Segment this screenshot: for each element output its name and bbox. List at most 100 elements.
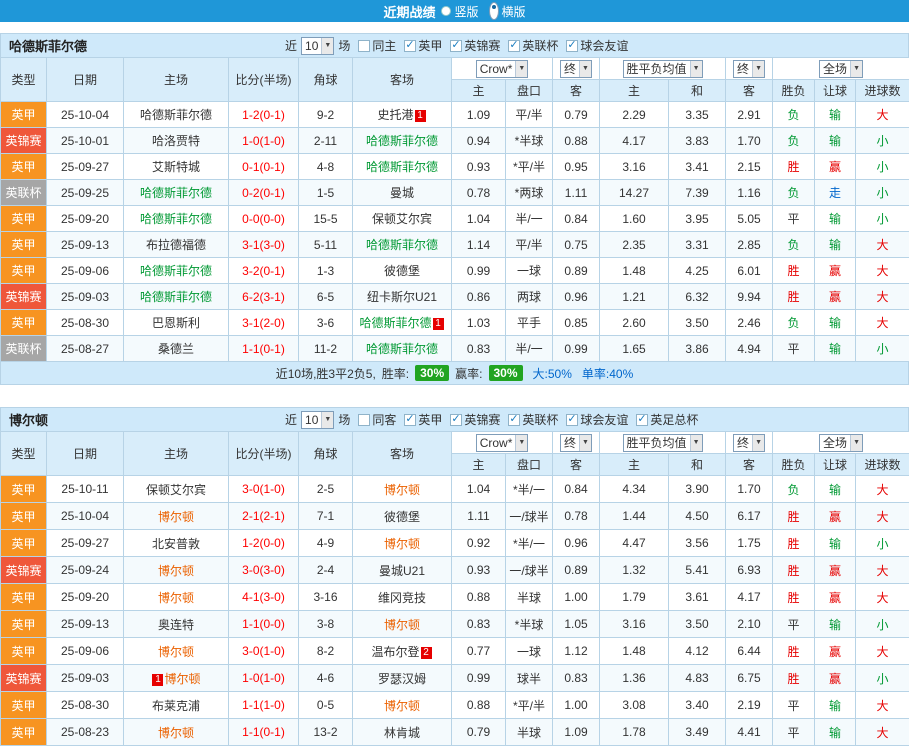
team-link[interactable]: 桑德兰 (158, 342, 194, 356)
score-link[interactable]: 1-0(1-0) (242, 671, 285, 685)
handicap-cell: 平手 (504, 309, 554, 336)
bookmaker-select[interactable]: Crow* ▼ (475, 59, 529, 78)
scope-select[interactable]: 全场 ▼ (819, 59, 863, 78)
team-link[interactable]: 保顿艾尔宾 (146, 483, 206, 497)
team-link[interactable]: 博尔顿 (384, 618, 420, 632)
team-link[interactable]: 曼城 (390, 186, 414, 200)
score-link[interactable]: 3-1(2-0) (242, 316, 285, 330)
checkbox-checked-icon[interactable] (508, 38, 521, 52)
team-link[interactable]: 维冈竞技 (378, 591, 426, 605)
score-link[interactable]: 3-0(1-0) (242, 482, 285, 496)
team-link[interactable]: 博尔顿 (384, 537, 420, 551)
team-link[interactable]: 哈德斯菲尔德 (359, 316, 431, 330)
score-link[interactable]: 1-2(0-0) (242, 536, 285, 550)
radio-icon[interactable] (441, 6, 452, 16)
team-link[interactable]: 博尔顿 (384, 699, 420, 713)
score-link[interactable]: 1-1(1-0) (242, 698, 285, 712)
team-link[interactable]: 北安普敦 (152, 537, 200, 551)
score-link[interactable]: 1-2(0-1) (242, 108, 285, 122)
score-link[interactable]: 3-0(1-0) (242, 644, 285, 658)
checkbox-checked-icon[interactable] (404, 38, 417, 52)
team-link[interactable]: 哈德斯菲尔德 (366, 342, 438, 356)
score-link[interactable]: 0-0(0-0) (242, 212, 285, 226)
scope-select[interactable]: 全场 ▼ (819, 433, 863, 452)
avg-odds-select[interactable]: 胜平负均值 ▼ (622, 59, 703, 78)
filter-checkbox[interactable]: 球会友谊 (566, 411, 628, 428)
score-link[interactable]: 3-2(0-1) (242, 264, 285, 278)
team-link[interactable]: 哈德斯菲尔德 (366, 160, 438, 174)
handicap-cell: 一/球半 (504, 502, 554, 530)
filter-checkbox[interactable]: 英锦赛 (450, 37, 500, 54)
team-link[interactable]: 彼德堡 (384, 264, 420, 278)
checkbox-checked-icon[interactable] (450, 38, 463, 52)
filter-checkbox[interactable]: 球会友谊 (566, 37, 628, 54)
score-link[interactable]: 1-0(1-0) (242, 134, 285, 148)
filter-checkbox[interactable]: 同客 (358, 411, 396, 428)
team-link[interactable]: 博尔顿 (158, 564, 194, 578)
team-link[interactable]: 哈德斯菲尔德 (140, 186, 212, 200)
checkbox-unchecked-icon[interactable] (358, 413, 371, 426)
score-link[interactable]: 1-1(0-0) (242, 617, 285, 631)
team-link[interactable]: 哈洛贾特 (152, 134, 200, 148)
score-link[interactable]: 3-1(3-0) (242, 238, 285, 252)
team-link[interactable]: 博尔顿 (158, 510, 194, 524)
final-odds-select[interactable]: 终 ▼ (560, 433, 592, 452)
checkbox-unchecked-icon[interactable] (358, 39, 371, 52)
final-avg-select[interactable]: 终 ▼ (733, 433, 765, 452)
team-link[interactable]: 博尔顿 (158, 645, 194, 659)
view-radio-vertical[interactable]: 竖版 (441, 3, 479, 20)
view-radio-horizontal[interactable]: 横版 (488, 2, 526, 20)
team-link[interactable]: 博尔顿 (164, 672, 200, 686)
filter-checkbox[interactable]: 英甲 (404, 411, 442, 428)
score-link[interactable]: 1-1(0-1) (242, 725, 285, 739)
checkbox-checked-icon[interactable] (450, 412, 463, 426)
team-link[interactable]: 罗瑟汉姆 (378, 672, 426, 686)
score-link[interactable]: 0-1(0-1) (242, 160, 285, 174)
match-count-select[interactable]: 10 ▼ (301, 36, 335, 55)
bookmaker-select[interactable]: Crow* ▼ (475, 433, 529, 452)
team-link[interactable]: 哈德斯菲尔德 (140, 108, 212, 122)
checkbox-checked-icon[interactable] (508, 412, 521, 426)
filter-checkbox[interactable]: 英锦赛 (450, 411, 500, 428)
score-link[interactable]: 3-0(3-0) (242, 563, 285, 577)
filter-checkbox[interactable]: 英甲 (404, 37, 442, 54)
checkbox-checked-icon[interactable] (636, 412, 649, 426)
team-link[interactable]: 彼德堡 (384, 510, 420, 524)
radio-selected-icon[interactable] (488, 2, 499, 20)
checkbox-checked-icon[interactable] (404, 412, 417, 426)
team-link[interactable]: 保顿艾尔宾 (372, 212, 432, 226)
score-link[interactable]: 2-1(2-1) (242, 509, 285, 523)
score-link[interactable]: 0-2(0-1) (242, 186, 285, 200)
team-link[interactable]: 哈德斯菲尔德 (366, 238, 438, 252)
team-link[interactable]: 布拉德福德 (146, 238, 206, 252)
checkbox-checked-icon[interactable] (566, 38, 579, 52)
team-link[interactable]: 哈德斯菲尔德 (140, 264, 212, 278)
filter-checkbox[interactable]: 英足总杯 (636, 411, 698, 428)
final-avg-select[interactable]: 终 ▼ (733, 59, 765, 78)
team-link[interactable]: 史托港 (377, 108, 413, 122)
team-link[interactable]: 纽卡斯尔U21 (367, 290, 437, 304)
team-link[interactable]: 哈德斯菲尔德 (140, 290, 212, 304)
team-link[interactable]: 巴恩斯利 (152, 316, 200, 330)
final-odds-select[interactable]: 终 ▼ (560, 59, 592, 78)
score-link[interactable]: 1-1(0-1) (242, 342, 285, 356)
avg-odds-select[interactable]: 胜平负均值 ▼ (622, 433, 703, 452)
team-link[interactable]: 博尔顿 (158, 726, 194, 740)
team-link[interactable]: 艾斯特城 (152, 160, 200, 174)
team-link[interactable]: 博尔顿 (158, 591, 194, 605)
team-link[interactable]: 林肯城 (384, 726, 420, 740)
filter-checkbox[interactable]: 英联杯 (508, 37, 558, 54)
match-count-select[interactable]: 10 ▼ (301, 410, 335, 429)
team-link[interactable]: 博尔顿 (384, 483, 420, 497)
score-link[interactable]: 6-2(3-1) (242, 290, 285, 304)
filter-checkbox[interactable]: 同主 (358, 37, 396, 54)
score-link[interactable]: 4-1(3-0) (242, 590, 285, 604)
checkbox-checked-icon[interactable] (566, 412, 579, 426)
filter-checkbox[interactable]: 英联杯 (508, 411, 558, 428)
team-link[interactable]: 布莱克浦 (152, 699, 200, 713)
team-link[interactable]: 哈德斯菲尔德 (366, 134, 438, 148)
team-link[interactable]: 哈德斯菲尔德 (140, 212, 212, 226)
team-link[interactable]: 温布尔登 (371, 645, 419, 659)
team-link[interactable]: 奥连特 (158, 618, 194, 632)
team-link[interactable]: 曼城U21 (379, 564, 425, 578)
